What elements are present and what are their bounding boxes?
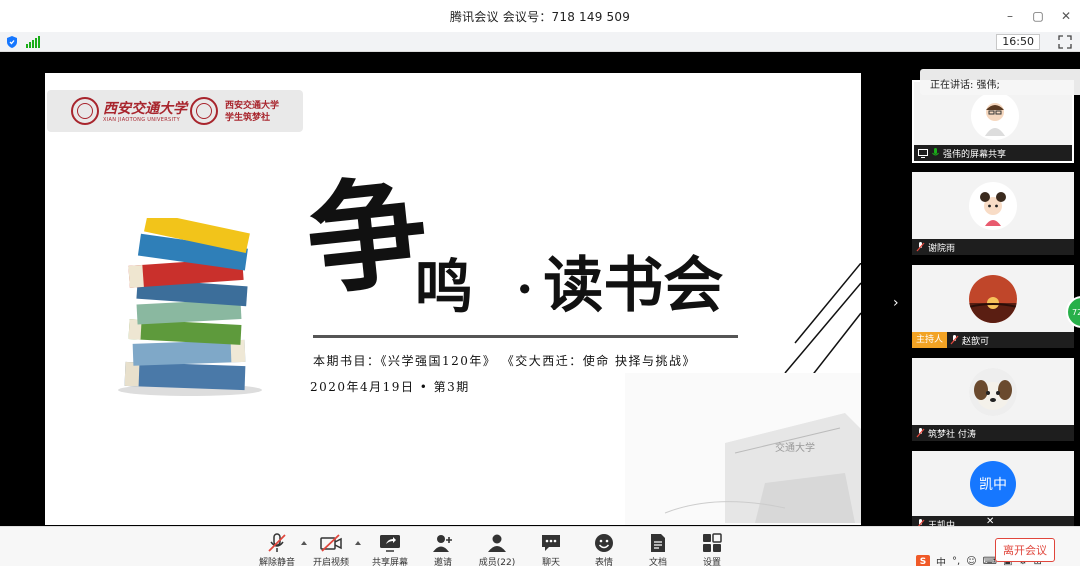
mic-muted-icon [916,428,925,438]
cartoon-avatar-icon [985,103,1005,136]
university-name: 西安交通大学 [103,101,187,117]
university-name-english: XIAN JIAOTONG UNIVERSITY [103,117,180,123]
avatar [969,368,1017,416]
toolbar-label: 成员(22) [478,558,516,566]
shared-screen-slide: 西安交通大学 XIAN JIAOTONG UNIVERSITY 西安交通大学学生… [45,73,861,525]
toolbar-label: 设置 [702,558,721,566]
toolbar-label: 共享屏幕 [371,558,408,566]
cartoon-girl-avatar-icon [980,192,1006,226]
participant-tile[interactable]: 谢院雨 [912,172,1074,255]
participant-name-bar: 筑梦社 付涛 [912,425,1074,441]
university-seal-icon [71,97,99,125]
ime-emoji-icon[interactable]: ☺ [966,556,976,566]
security-shield-icon[interactable] [6,36,18,48]
book-stack-illustration [118,218,262,396]
avatar [969,275,1017,323]
video-options-caret-icon[interactable] [355,541,361,545]
sunset-photo-avatar-icon [969,275,1017,323]
unmute-button[interactable]: 解除静音 [257,533,297,566]
campus-sketch-illustration: 交通大学 [625,373,861,525]
avatar: 凯中 [970,461,1016,507]
screen-share-icon [918,148,928,158]
participant-name-bar: 主持人 赵歆可 [912,332,1074,348]
mic-muted-icon [916,242,925,252]
participant-tile[interactable]: 凯中 王凯中 [912,451,1074,532]
toolbar-label: 聊天 [541,558,560,566]
participant-name: 筑梦社 付涛 [928,429,976,440]
participant-name: 谢院雨 [928,243,956,254]
start-video-button[interactable]: 开启视频 [311,533,351,566]
participant-name-bar: 强伟的屏幕共享 [914,145,1072,161]
next-page-chevron-icon[interactable]: › [893,295,899,311]
video-off-icon [320,534,342,552]
participant-name: 赵歆可 [962,336,990,347]
active-speaker-tooltip: 正在讲话: 强伟; [920,69,1080,95]
mic-off-icon [268,533,286,552]
document-icon [651,534,665,552]
fullscreen-icon[interactable] [1058,35,1072,49]
chat-icon [542,535,560,551]
avatar [969,182,1017,230]
toolbar-label: 表情 [594,558,613,566]
meeting-window: 腾讯会议 会议号：718 149 509 – ▢ ✕ 16:50 西安交通大学 … [0,0,1080,566]
participant-name: 强伟的屏幕共享 [943,149,1007,160]
chat-button[interactable]: 聊天 [531,533,571,566]
toolbar-label: 文档 [648,558,667,566]
ime-punctuation[interactable]: °, [952,556,960,566]
share-screen-button[interactable]: 共享屏幕 [370,533,410,566]
meeting-clock: 16:50 [996,34,1040,50]
puppy-photo-avatar-icon [969,368,1017,416]
members-button[interactable]: 成员(22) [477,533,517,566]
avatar [971,92,1019,140]
club-seal-icon [190,97,218,125]
documents-button[interactable]: 文档 [638,533,678,566]
settings-icon [703,533,722,552]
settings-button[interactable]: 设置 [692,533,732,566]
toolbar-label: 解除静音 [258,558,295,566]
participant-tile[interactable]: 筑梦社 付涛 [912,358,1074,441]
title-bar: 腾讯会议 会议号：718 149 509 – ▢ ✕ [0,0,1080,32]
minimize-button[interactable]: – [996,0,1024,32]
sogou-ime-icon[interactable]: S [916,554,930,566]
status-bar: 16:50 [0,32,1080,52]
slide-title-ming: 鸣 [415,253,474,321]
ime-chinese-mode[interactable]: 中 [936,554,946,566]
window-title: 腾讯会议 会议号：718 149 509 [449,9,631,24]
participant-name-bar: 谢院雨 [912,239,1074,255]
leave-meeting-button[interactable]: 离开会议 [995,538,1055,562]
toolbar-label: 开启视频 [312,558,349,566]
audio-options-caret-icon[interactable] [301,541,307,545]
participant-tile[interactable]: 主持人 赵歆可 [912,265,1074,348]
mic-on-icon [932,148,939,156]
emoji-button[interactable]: 表情 [584,533,624,566]
slide-title-dot: · [516,259,534,318]
toolbar-label: 邀请 [433,558,452,566]
invite-icon [433,535,452,552]
university-logo-banner: 西安交通大学 XIAN JIAOTONG UNIVERSITY 西安交通大学学生… [47,90,303,132]
slide-date: 2020年4月19日 • 第3期 [310,380,470,394]
host-badge: 主持人 [912,332,948,348]
invite-button[interactable]: 邀请 [423,533,463,566]
meeting-toolbar: 解除静音 开启视频 共享屏幕 邀请 成员(22) 聊天 表情 文档 设置 S 中… [0,526,1080,566]
emoji-icon [595,534,613,552]
maximize-button[interactable]: ▢ [1024,0,1052,32]
close-button[interactable]: ✕ [1052,0,1080,32]
mic-muted-icon [950,335,959,345]
slide-title-zheng: 争 [299,160,434,313]
signal-strength-icon[interactable] [26,36,40,48]
members-icon [488,534,506,552]
club-name: 西安交通大学学生筑梦社 [225,101,280,123]
campus-plaque-text: 交通大学 [775,441,815,454]
window-controls: – ▢ ✕ [996,0,1080,32]
share-screen-icon [380,535,400,552]
